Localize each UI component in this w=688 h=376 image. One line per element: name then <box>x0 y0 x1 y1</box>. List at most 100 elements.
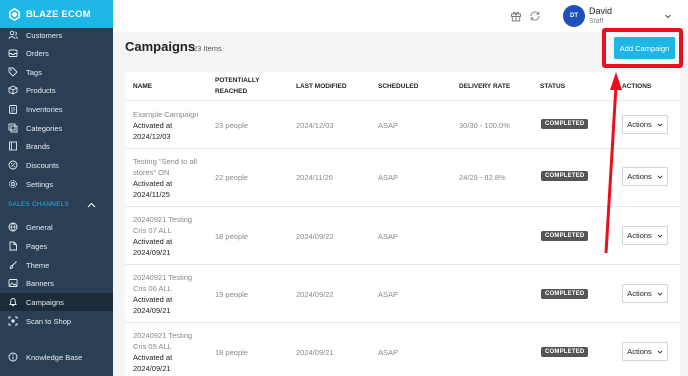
add-campaign-button[interactable]: Add Campaign <box>614 37 675 59</box>
campaign-name: Cris 06 ALL <box>133 284 172 293</box>
column-header-actions: ACTIONS <box>622 82 652 90</box>
sidebar: BLAZE ECOM Customers Orders Tags Product… <box>0 0 113 376</box>
user-role: Staff <box>589 18 604 25</box>
actions-label: Actions <box>627 120 652 129</box>
sidebar-item-label: Brands <box>26 141 50 151</box>
inbox-icon <box>8 48 18 58</box>
chevron-down-icon[interactable] <box>664 12 672 20</box>
column-header-status[interactable]: STATUS <box>540 72 565 100</box>
column-header-scheduled[interactable]: SCHEDULED <box>378 72 418 100</box>
campaign-name: Cris 07 ALL <box>133 226 172 235</box>
sidebar-item-customers[interactable]: Customers <box>0 26 113 44</box>
activated-date: 2024/12/03 <box>133 132 171 141</box>
sidebar-item-discounts[interactable]: Discounts <box>0 156 113 174</box>
clipboard-icon <box>8 104 18 114</box>
sidebar-item-label: Campaigns <box>26 297 64 307</box>
activated-date: 2024/09/21 <box>133 248 171 257</box>
column-header-modified[interactable]: LAST MODIFIED <box>296 72 347 100</box>
file-icon <box>8 241 18 251</box>
sidebar-item-scan-to-shop[interactable]: Scan to Shop <box>0 312 113 330</box>
activated-label: Activated at <box>133 179 173 188</box>
table-row[interactable]: 20240921 Testing Cris 06 ALL Activated a… <box>125 264 680 322</box>
column-header-reached[interactable]: POTENTIALLY REACHED <box>215 72 260 100</box>
info-icon <box>8 352 18 362</box>
sales-channels-section[interactable]: SALES CHANNELS <box>8 201 98 208</box>
sidebar-item-theme[interactable]: Theme <box>0 256 113 274</box>
scheduled-cell: ASAP <box>378 290 399 299</box>
refresh-icon[interactable] <box>529 10 541 22</box>
activated-date: 2024/09/21 <box>133 364 171 373</box>
table-row[interactable]: 20240921 Testing Cris 05 ALL Activated a… <box>125 322 680 376</box>
activated-date: 2024/09/21 <box>133 306 171 315</box>
modified-cell: 2024/09/22 <box>296 232 334 241</box>
sidebar-item-label: Products <box>26 85 56 95</box>
table-row[interactable]: Testing "Send to all stores" ON Activate… <box>125 148 680 206</box>
chevron-up-icon <box>87 202 96 207</box>
users-icon <box>8 30 18 40</box>
status-badge: COMPLETED <box>541 231 589 241</box>
book-icon <box>8 141 18 151</box>
activated-label: Activated at <box>133 237 173 246</box>
sidebar-item-pages[interactable]: Pages <box>0 237 113 255</box>
gear-icon <box>8 179 18 189</box>
modified-cell: 2024/09/21 <box>296 348 334 357</box>
header-line: POTENTIALLY <box>215 77 260 84</box>
percent-icon <box>8 160 18 170</box>
globe-icon <box>8 222 18 232</box>
scheduled-cell: ASAP <box>378 121 399 130</box>
sidebar-item-inventories[interactable]: Inventories <box>0 100 113 118</box>
topbar: DT David Staff <box>113 0 688 32</box>
avatar[interactable]: DT <box>563 5 585 27</box>
status-badge: COMPLETED <box>541 171 589 181</box>
sidebar-item-orders[interactable]: Orders <box>0 44 113 62</box>
sidebar-item-general[interactable]: General <box>0 218 113 236</box>
activated-date: 2024/11/25 <box>133 190 170 199</box>
actions-dropdown[interactable]: Actions <box>622 115 668 134</box>
gift-icon[interactable] <box>510 10 522 22</box>
sidebar-item-tags[interactable]: Tags <box>0 63 113 81</box>
sidebar-item-label: Knowledge Base <box>26 352 83 362</box>
status-badge: COMPLETED <box>541 289 589 299</box>
section-label: SALES CHANNELS <box>8 201 69 208</box>
actions-label: Actions <box>627 289 652 298</box>
sidebar-item-label: Discounts <box>26 160 59 170</box>
sidebar-item-label: Banners <box>26 278 54 288</box>
sidebar-item-knowledge-base[interactable]: Knowledge Base <box>0 348 113 366</box>
delivery-cell: 30/30 - 100.0% <box>459 121 510 130</box>
brand-logo-icon <box>9 7 20 21</box>
brand-name: BLAZE ECOM <box>26 8 91 20</box>
column-header-name[interactable]: NAME <box>133 72 152 100</box>
sidebar-item-products[interactable]: Products <box>0 81 113 99</box>
sidebar-item-label: Scan to Shop <box>26 316 72 326</box>
column-header-delivery[interactable]: DELIVERY RATE <box>459 72 510 100</box>
status-badge: COMPLETED <box>541 119 589 129</box>
sidebar-item-label: Orders <box>26 48 49 58</box>
reached-cell: 19 people <box>215 290 248 299</box>
sidebar-item-campaigns[interactable]: Campaigns <box>0 293 113 311</box>
brand-bar[interactable]: BLAZE ECOM <box>0 0 113 28</box>
campaign-name: Testing "Send to all <box>133 157 197 166</box>
chevron-down-icon <box>657 233 663 238</box>
actions-dropdown[interactable]: Actions <box>622 284 668 303</box>
actions-label: Actions <box>627 172 652 181</box>
sidebar-item-settings[interactable]: Settings <box>0 175 113 193</box>
page-title: Campaigns <box>125 39 196 54</box>
box-icon <box>8 85 18 95</box>
table-row[interactable]: 20240921 Testing Cris 07 ALL Activated a… <box>125 206 680 264</box>
sidebar-item-label: Customers <box>26 30 63 40</box>
sidebar-item-label: Pages <box>26 241 48 251</box>
user-name[interactable]: David <box>589 6 612 16</box>
chevron-down-icon <box>657 174 663 179</box>
sidebar-item-brands[interactable]: Brands <box>0 137 113 155</box>
actions-dropdown[interactable]: Actions <box>622 226 668 245</box>
campaign-name: Example Campaign <box>133 110 199 119</box>
sidebar-item-categories[interactable]: Categories <box>0 119 113 137</box>
sidebar-item-banners[interactable]: Banners <box>0 274 113 292</box>
sidebar-item-label: General <box>26 222 53 232</box>
actions-dropdown[interactable]: Actions <box>622 342 668 361</box>
tag-icon <box>8 67 18 77</box>
table-row[interactable]: Example Campaign Activated at 2024/12/03… <box>125 100 680 149</box>
actions-dropdown[interactable]: Actions <box>622 167 668 186</box>
sidebar-item-label: Categories <box>26 123 63 133</box>
scheduled-cell: ASAP <box>378 348 399 357</box>
